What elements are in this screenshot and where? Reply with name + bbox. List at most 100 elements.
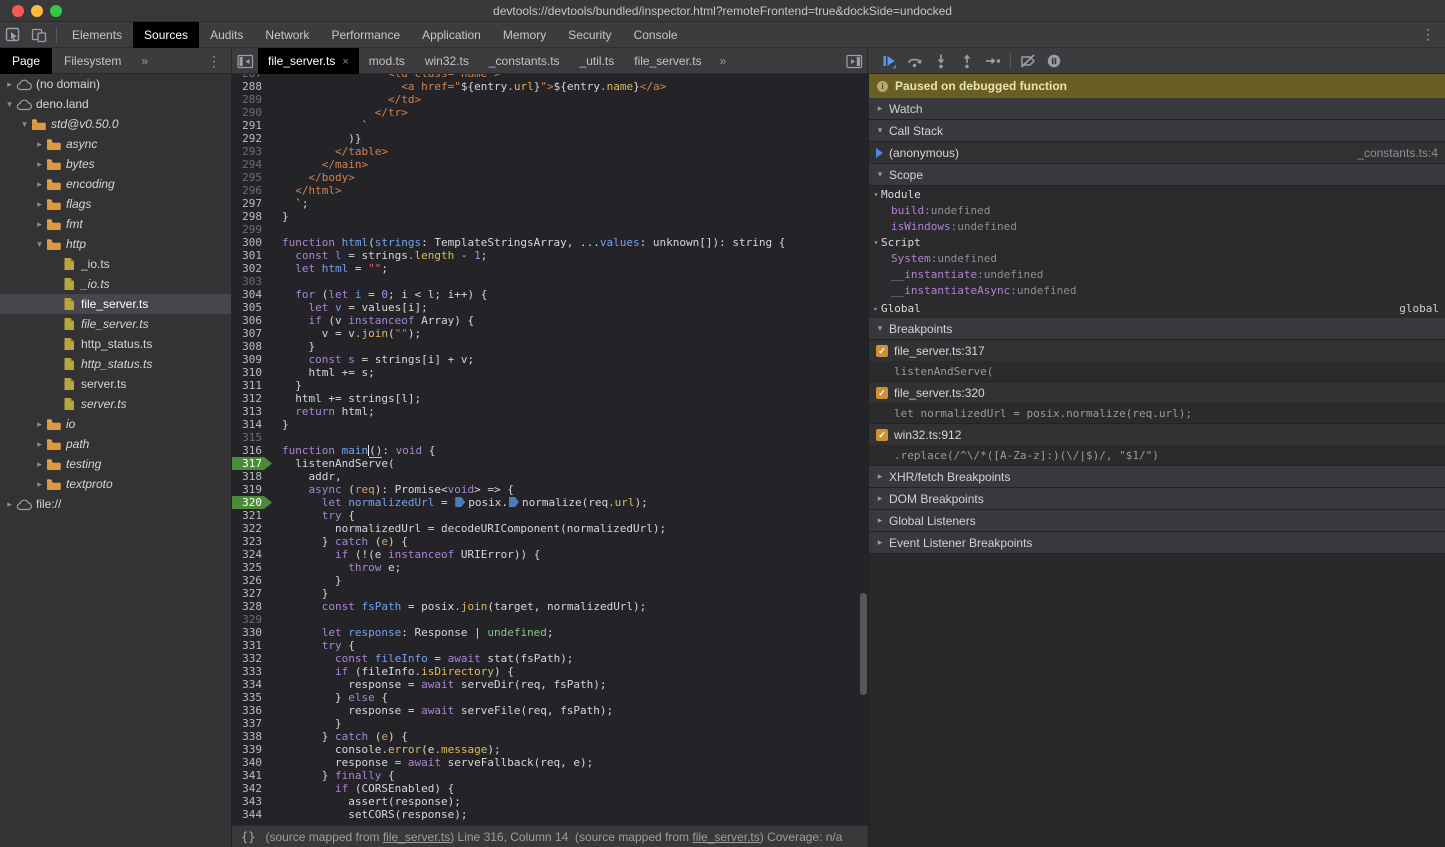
- chevron-right-icon[interactable]: ▸: [34, 139, 45, 150]
- collapse-navigator-icon[interactable]: [232, 49, 258, 73]
- line-number[interactable]: 338: [232, 730, 272, 743]
- line-number[interactable]: 327: [232, 587, 272, 600]
- breakpoint-title-row[interactable]: ✓file_server.ts:320: [869, 382, 1445, 403]
- section-header-watch[interactable]: ▸Watch: [869, 98, 1445, 120]
- scope-variable[interactable]: System: undefined: [869, 250, 1445, 266]
- tree-item-http_status.ts[interactable]: http_status.ts: [0, 354, 231, 374]
- line-number[interactable]: 304: [232, 288, 272, 301]
- breakpoint-checkbox[interactable]: ✓: [876, 387, 888, 399]
- editor-tabs-overflow-chevron[interactable]: »: [712, 54, 735, 68]
- line-number[interactable]: 297: [232, 197, 272, 210]
- section-header-dom-breakpoints[interactable]: ▸DOM Breakpoints: [869, 488, 1445, 510]
- scope-group-module[interactable]: ▾Module: [869, 186, 1445, 202]
- editor-tab-_constants.ts[interactable]: _constants.ts: [479, 48, 570, 74]
- tree-item-file_server.ts[interactable]: file_server.ts: [0, 314, 231, 334]
- line-number[interactable]: 293: [232, 145, 272, 158]
- step-icon[interactable]: [980, 49, 1006, 73]
- breakpoint-line-number[interactable]: 320: [232, 496, 272, 509]
- line-number[interactable]: 291: [232, 119, 272, 132]
- scope-group-global[interactable]: ▸Globalglobal: [869, 298, 1445, 318]
- line-number[interactable]: 300: [232, 236, 272, 249]
- line-number[interactable]: 289: [232, 93, 272, 106]
- breakpoint-checkbox[interactable]: ✓: [876, 345, 888, 357]
- callstack-frame[interactable]: (anonymous)_constants.ts:4: [869, 142, 1445, 164]
- tree-item-file_server.ts[interactable]: file_server.ts: [0, 294, 231, 314]
- line-number[interactable]: 313: [232, 405, 272, 418]
- line-number[interactable]: 328: [232, 600, 272, 613]
- line-number[interactable]: 326: [232, 574, 272, 587]
- line-number[interactable]: 343: [232, 795, 272, 808]
- chevron-right-icon[interactable]: ▸: [34, 159, 45, 170]
- scope-variable[interactable]: build: undefined: [869, 202, 1445, 218]
- section-header-xhr-fetch-breakpoints[interactable]: ▸XHR/fetch Breakpoints: [869, 466, 1445, 488]
- scope-group-script[interactable]: ▾Script: [869, 234, 1445, 250]
- step-into-icon[interactable]: [928, 49, 954, 73]
- collapse-debugger-icon[interactable]: [841, 49, 867, 73]
- inline-breakpoint-marker[interactable]: [455, 497, 465, 507]
- line-number[interactable]: 334: [232, 678, 272, 691]
- chevron-right-icon[interactable]: ▸: [34, 479, 45, 490]
- tree-item-bytes[interactable]: ▸bytes: [0, 154, 231, 174]
- line-number[interactable]: 333: [232, 665, 272, 678]
- line-number[interactable]: 312: [232, 392, 272, 405]
- line-number[interactable]: 342: [232, 782, 272, 795]
- code-editor[interactable]: 287 <td class="name">288 <a href="${entr…: [232, 74, 868, 825]
- line-number[interactable]: 319: [232, 483, 272, 496]
- breakpoint-checkbox[interactable]: ✓: [876, 429, 888, 441]
- editor-tab-_util.ts[interactable]: _util.ts: [570, 48, 625, 74]
- chevron-down-icon[interactable]: ▾: [34, 239, 45, 250]
- editor-tab-win32.ts[interactable]: win32.ts: [415, 48, 479, 74]
- pretty-print-icon[interactable]: {}: [241, 830, 255, 844]
- breakpoint-code[interactable]: listenAndServe(: [869, 361, 1445, 381]
- tree-item-deno.land[interactable]: ▾deno.land: [0, 94, 231, 114]
- tab-sources[interactable]: Sources: [133, 22, 199, 48]
- chevron-down-icon[interactable]: ▾: [19, 119, 30, 130]
- tree-item-textproto[interactable]: ▸textproto: [0, 474, 231, 494]
- step-over-icon[interactable]: [902, 49, 928, 73]
- section-header-global-listeners[interactable]: ▸Global Listeners: [869, 510, 1445, 532]
- tree-item-http_status.ts[interactable]: http_status.ts: [0, 334, 231, 354]
- line-number[interactable]: 290: [232, 106, 272, 119]
- tab-memory[interactable]: Memory: [492, 22, 557, 48]
- editor-tab-mod.ts[interactable]: mod.ts: [359, 48, 415, 74]
- tree-item-file[interactable]: ▸file://: [0, 494, 231, 514]
- device-toolbar-icon[interactable]: [26, 23, 52, 47]
- line-number[interactable]: 332: [232, 652, 272, 665]
- section-header-breakpoints[interactable]: ▾Breakpoints: [869, 318, 1445, 340]
- line-number[interactable]: 305: [232, 301, 272, 314]
- line-number[interactable]: 341: [232, 769, 272, 782]
- line-number[interactable]: 295: [232, 171, 272, 184]
- chevron-right-icon[interactable]: ▸: [34, 419, 45, 430]
- resume-icon[interactable]: [876, 49, 902, 73]
- tree-item-flags[interactable]: ▸flags: [0, 194, 231, 214]
- line-number[interactable]: 298: [232, 210, 272, 223]
- line-number[interactable]: 324: [232, 548, 272, 561]
- tree-item-fmt[interactable]: ▸fmt: [0, 214, 231, 234]
- line-number[interactable]: 331: [232, 639, 272, 652]
- section-header-call-stack[interactable]: ▾Call Stack: [869, 120, 1445, 142]
- line-number[interactable]: 292: [232, 132, 272, 145]
- editor-scrollbar-thumb[interactable]: [860, 593, 867, 695]
- line-number[interactable]: 301: [232, 249, 272, 262]
- tree-item-testing[interactable]: ▸testing: [0, 454, 231, 474]
- tab-application[interactable]: Application: [411, 22, 492, 48]
- line-number[interactable]: 325: [232, 561, 272, 574]
- tree-item-server.ts[interactable]: server.ts: [0, 394, 231, 414]
- scope-variable[interactable]: __instantiateAsync: undefined: [869, 282, 1445, 298]
- line-number[interactable]: 307: [232, 327, 272, 340]
- chevron-down-icon[interactable]: ▾: [4, 99, 15, 110]
- tree-item-_io.ts[interactable]: _io.ts: [0, 254, 231, 274]
- chevron-right-icon[interactable]: ▸: [34, 219, 45, 230]
- navigator-tab-filesystem[interactable]: Filesystem: [52, 48, 133, 74]
- chevron-right-icon[interactable]: ▸: [4, 79, 15, 90]
- pause-on-exceptions-icon[interactable]: [1041, 49, 1067, 73]
- tree-item-std@v0.50.0[interactable]: ▾std@v0.50.0: [0, 114, 231, 134]
- breakpoint-line-number[interactable]: 317: [232, 457, 272, 470]
- line-number[interactable]: 336: [232, 704, 272, 717]
- line-number[interactable]: 303: [232, 275, 272, 288]
- line-number[interactable]: 288: [232, 80, 272, 93]
- chevron-right-icon[interactable]: ▸: [34, 439, 45, 450]
- line-number[interactable]: 296: [232, 184, 272, 197]
- line-number[interactable]: 339: [232, 743, 272, 756]
- breakpoint-code[interactable]: .replace(/^\/*([A-Za-z]:)(\/|$)/, "$1/"): [869, 445, 1445, 465]
